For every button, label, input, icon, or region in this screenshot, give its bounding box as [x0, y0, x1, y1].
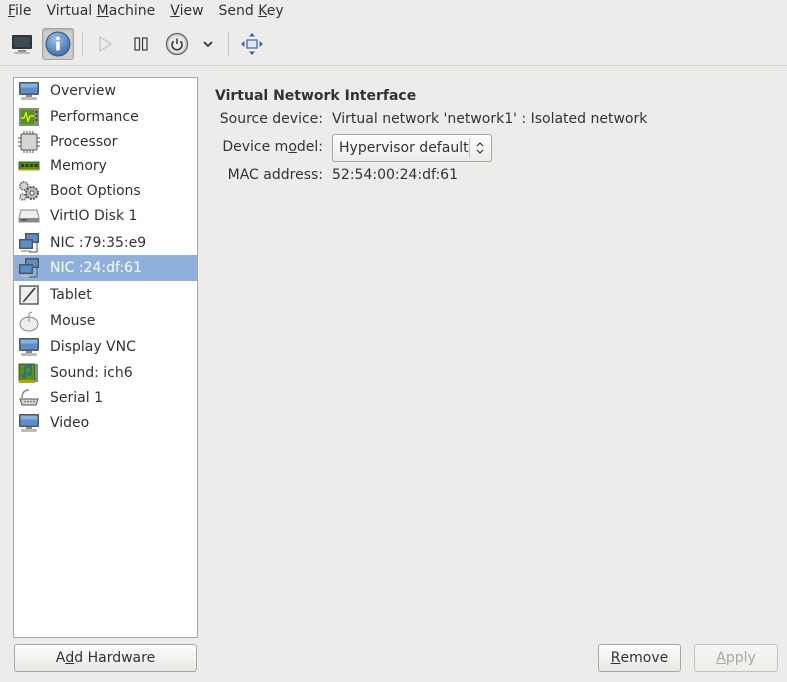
hardware-list-item[interactable]: NIC :24:df:61 — [14, 255, 197, 281]
cpu-icon — [17, 131, 41, 153]
hardware-list-item[interactable]: Mouse — [14, 308, 197, 334]
hardware-list-item-label: Video — [50, 415, 90, 431]
hardware-list-item-label: NIC :79:35:e9 — [50, 235, 147, 251]
mac-address-label: MAC address: — [227, 167, 323, 183]
mouse-icon — [17, 310, 41, 332]
add-hardware-post: d Hardware — [74, 650, 156, 666]
hardware-list-item-label: Mouse — [50, 313, 96, 329]
menu-label-post: achine — [108, 3, 156, 19]
tablet-icon — [17, 284, 41, 306]
fullscreen-icon — [241, 33, 263, 55]
hardware-list-item-label: Sound: ich6 — [50, 365, 133, 381]
menu-label-pre: Send — [218, 3, 259, 19]
device-model-select-value: Hypervisor default — [339, 140, 469, 156]
performance-icon — [17, 106, 41, 128]
add-hardware-button[interactable]: Add Hardware — [14, 644, 197, 672]
device-model-label-pre: Device m — [222, 139, 289, 155]
disk-icon — [17, 205, 41, 227]
hardware-list-item[interactable]: Video — [14, 410, 197, 436]
menu-file[interactable]: File — [8, 3, 31, 19]
hardware-list-item[interactable]: Performance — [14, 104, 197, 130]
show-console-button[interactable] — [6, 28, 38, 60]
menu-virtual-machine[interactable]: Virtual Machine — [46, 3, 155, 19]
apply-mnemonic: A — [716, 650, 726, 666]
remove-button[interactable]: Remove — [598, 644, 681, 672]
menu-label-post: iew — [179, 3, 204, 19]
details-title: Virtual Network Interface — [215, 88, 417, 104]
shutdown-menu-button[interactable] — [195, 28, 221, 60]
up-down-arrows-icon — [470, 141, 491, 155]
menu-label-mnemonic: K — [258, 3, 267, 19]
power-icon — [165, 32, 189, 56]
hardware-list-item[interactable]: Boot Options — [14, 178, 197, 204]
apply-button[interactable]: Apply — [694, 644, 778, 672]
menu-label-post: ey — [266, 3, 284, 19]
gears-icon — [17, 180, 41, 202]
hardware-list-item[interactable]: Processor — [14, 129, 197, 155]
hardware-list-item[interactable]: Serial 1 — [14, 385, 197, 411]
toolbar-separator — [82, 32, 83, 56]
add-hardware-mnemonic: d — [65, 650, 75, 666]
remove-post: emove — [620, 650, 669, 666]
chevron-down-icon — [203, 41, 213, 48]
show-details-button[interactable] — [42, 28, 74, 60]
mac-address-value: 52:54:00:24:df:61 — [332, 167, 458, 183]
menu-label-mnemonic: F — [8, 3, 16, 19]
sound-card-icon — [17, 362, 41, 384]
hardware-list-item-label: Serial 1 — [50, 390, 103, 406]
hardware-list: Overview Performance Processor Memory Boot O… — [13, 77, 198, 638]
source-device-value: Virtual network 'network1' : Isolated ne… — [332, 111, 648, 127]
menu-label-post: ile — [15, 3, 32, 19]
hardware-list-item-label: VirtIO Disk 1 — [50, 208, 138, 224]
apply-post: pply — [725, 650, 756, 666]
hardware-list-item[interactable]: Display VNC — [14, 334, 197, 360]
monitor-icon — [17, 336, 41, 358]
hardware-list-item[interactable]: Overview — [14, 78, 197, 104]
monitor-icon — [17, 412, 41, 434]
hardware-list-item[interactable]: NIC :79:35:e9 — [14, 230, 197, 256]
menu-label-mnemonic: V — [170, 3, 180, 19]
menu-view[interactable]: View — [170, 3, 203, 19]
shutdown-button[interactable] — [161, 28, 193, 60]
network-icon — [17, 257, 41, 279]
menu-send-key[interactable]: Send Key — [219, 3, 284, 19]
hardware-list-item-label: Display VNC — [50, 339, 136, 355]
hardware-list-item[interactable]: Tablet — [14, 282, 197, 308]
device-model-label-post: del: — [296, 139, 323, 155]
hardware-list-item-label: Memory — [50, 158, 107, 174]
monitor-icon — [17, 80, 41, 102]
toolbar — [0, 22, 787, 66]
toolbar-separator — [228, 32, 229, 56]
remove-mnemonic: R — [610, 650, 621, 666]
memory-icon — [17, 155, 41, 177]
monitor-icon — [12, 35, 32, 54]
source-device-label: Source device: — [219, 111, 323, 127]
menu-label-pre: Virtual — [46, 3, 97, 19]
serial-icon — [17, 387, 41, 409]
hardware-list-item-label: Tablet — [50, 287, 92, 303]
pause-button[interactable] — [125, 28, 157, 60]
device-model-select[interactable]: Hypervisor default — [332, 134, 492, 162]
hardware-list-item[interactable]: Memory — [14, 153, 197, 179]
menu-label-mnemonic: M — [96, 3, 109, 19]
hardware-list-item-label: Performance — [50, 109, 139, 125]
network-icon — [17, 232, 41, 254]
device-model-label: Device model: — [213, 139, 323, 155]
hardware-list-item[interactable]: Sound: ich6 — [14, 360, 197, 386]
pause-icon — [134, 37, 148, 51]
run-button[interactable] — [89, 28, 121, 60]
hardware-list-item[interactable]: VirtIO Disk 1 — [14, 203, 197, 229]
hardware-list-item-label: Processor — [50, 134, 118, 150]
info-icon — [45, 31, 71, 57]
hardware-list-item-label: NIC :24:df:61 — [50, 260, 142, 276]
play-icon — [99, 35, 113, 53]
hardware-list-item-label: Boot Options — [50, 183, 141, 199]
add-hardware-pre: A — [55, 650, 66, 666]
menu-bar: File Virtual Machine View Send Key — [0, 0, 787, 22]
fullscreen-button[interactable] — [236, 28, 268, 60]
hardware-list-item-label: Overview — [50, 83, 116, 99]
device-model-label-mnemonic: o — [288, 139, 297, 155]
